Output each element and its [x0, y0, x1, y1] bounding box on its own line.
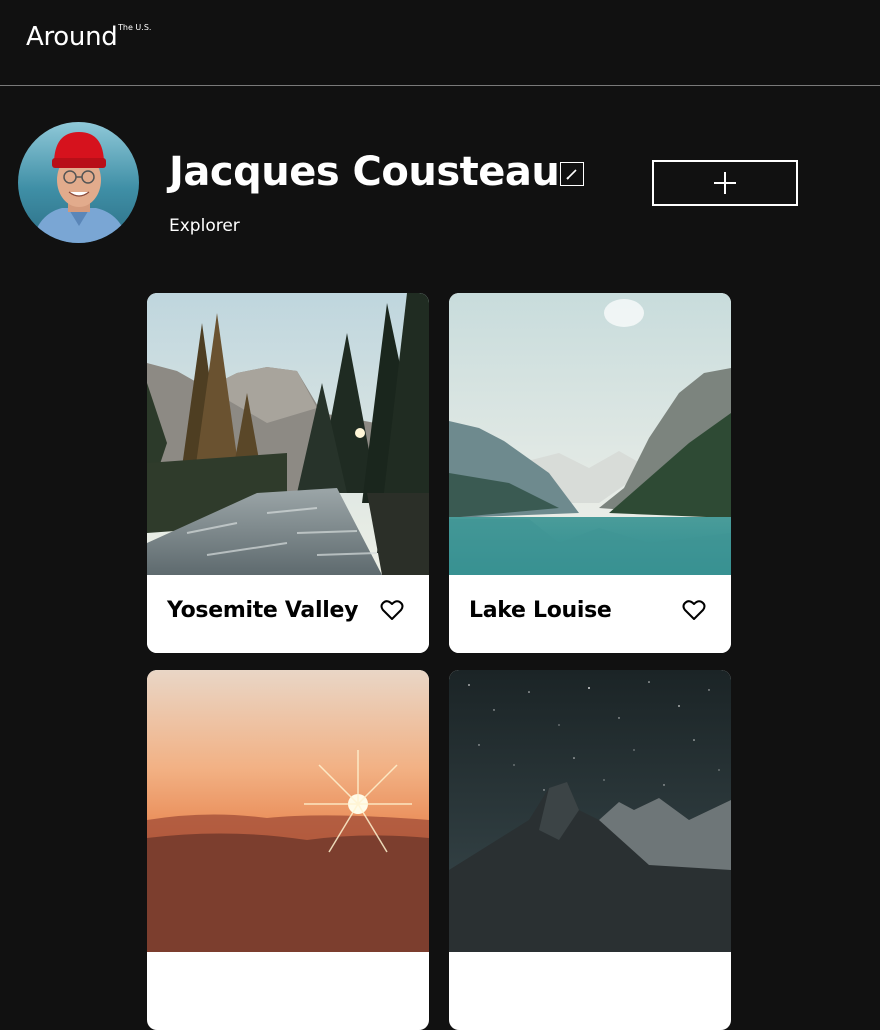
card-title: Lake Louise — [469, 598, 612, 623]
card: Lake Louise — [449, 293, 731, 653]
like-button[interactable] — [682, 599, 706, 621]
heart-icon — [682, 600, 706, 620]
starry-mountain-photo[interactable] — [449, 670, 731, 952]
like-button[interactable] — [380, 599, 404, 621]
mountain-lake-photo[interactable] — [449, 293, 731, 575]
card — [147, 670, 429, 1030]
page-header: Around The U.S. — [0, 0, 880, 86]
avatar-photo — [18, 122, 139, 243]
card-title: Yosemite Valley — [167, 598, 359, 623]
card: Yosemite Valley — [147, 293, 429, 653]
logo-superscript: The U.S. — [118, 23, 152, 32]
pencil-icon — [566, 169, 577, 180]
plus-icon — [714, 172, 736, 194]
edit-profile-button[interactable] — [560, 162, 584, 186]
profile-name: Jacques Cousteau — [169, 149, 560, 195]
profile-job: Explorer — [169, 216, 240, 236]
sunset-photo[interactable] — [147, 670, 429, 952]
forest-river-photo[interactable] — [147, 293, 429, 575]
avatar[interactable] — [18, 122, 139, 243]
heart-icon — [380, 600, 404, 620]
card — [449, 670, 731, 1030]
logo: Around — [26, 22, 118, 52]
add-card-button[interactable] — [652, 160, 798, 206]
